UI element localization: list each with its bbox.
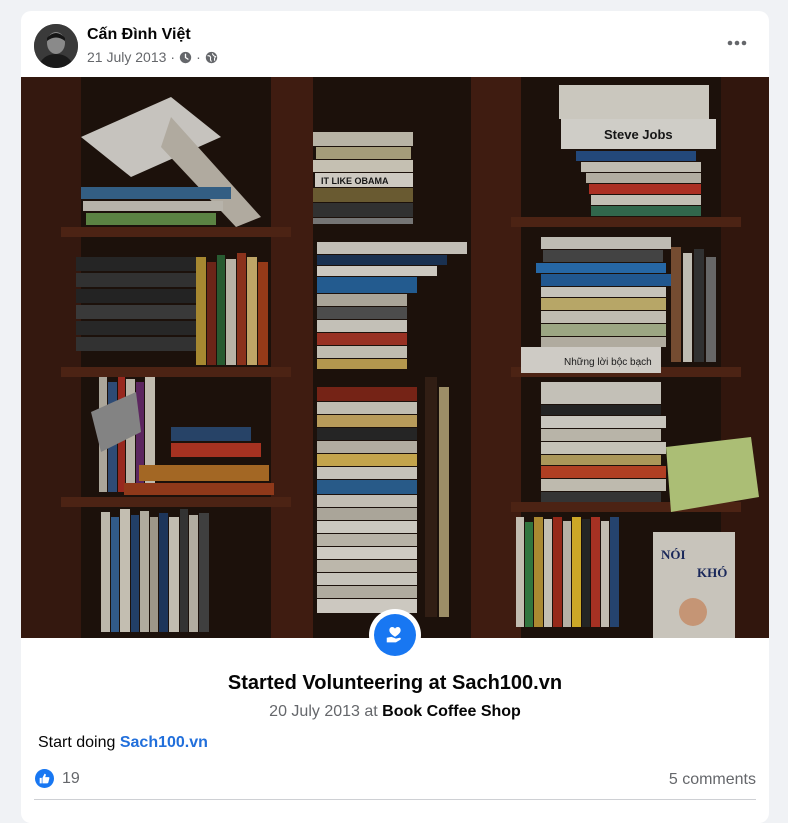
post-header: Cấn Đình Việt 21 July 2013 · · xyxy=(21,11,769,77)
globe-icon[interactable] xyxy=(205,51,218,64)
post-date[interactable]: 21 July 2013 xyxy=(87,49,166,65)
avatar[interactable] xyxy=(34,24,78,68)
life-event-date: 20 July 2013 xyxy=(269,703,360,720)
meta-separator: · xyxy=(170,49,176,65)
life-event-place-link[interactable]: Book Coffee Shop xyxy=(382,703,521,720)
more-icon[interactable] xyxy=(723,31,751,55)
post-caption: Start doing Sach100.vn xyxy=(38,734,208,752)
volunteer-heart-hand-icon xyxy=(374,614,416,656)
post-meta: 21 July 2013 · · xyxy=(87,49,218,65)
comments-count-link[interactable]: 5 comments xyxy=(669,771,756,789)
author-name[interactable]: Cấn Đình Việt xyxy=(87,26,191,44)
life-event-title[interactable]: Started Volunteering at Sach100.vn xyxy=(21,672,769,695)
action-divider xyxy=(34,799,756,800)
bookshelf-image: IT LIKE OBAMA Steve Jobs Những lời bộc b… xyxy=(21,77,769,638)
post-card: Cấn Đình Việt 21 July 2013 · · IT LIKE O… xyxy=(21,11,769,823)
like-count: 19 xyxy=(62,769,80,787)
thumbs-up-icon xyxy=(35,769,54,788)
meta-separator: · xyxy=(196,49,201,65)
life-event-at: at xyxy=(364,703,378,720)
post-photo[interactable]: IT LIKE OBAMA Steve Jobs Những lời bộc b… xyxy=(21,77,769,638)
life-event-badge xyxy=(369,609,421,661)
life-event-subtitle: 20 July 2013 at Book Coffee Shop xyxy=(21,703,769,721)
clock-icon xyxy=(179,51,192,64)
reaction-summary[interactable]: 19 xyxy=(35,769,80,788)
caption-link[interactable]: Sach100.vn xyxy=(120,734,208,751)
caption-text: Start doing xyxy=(38,734,116,751)
